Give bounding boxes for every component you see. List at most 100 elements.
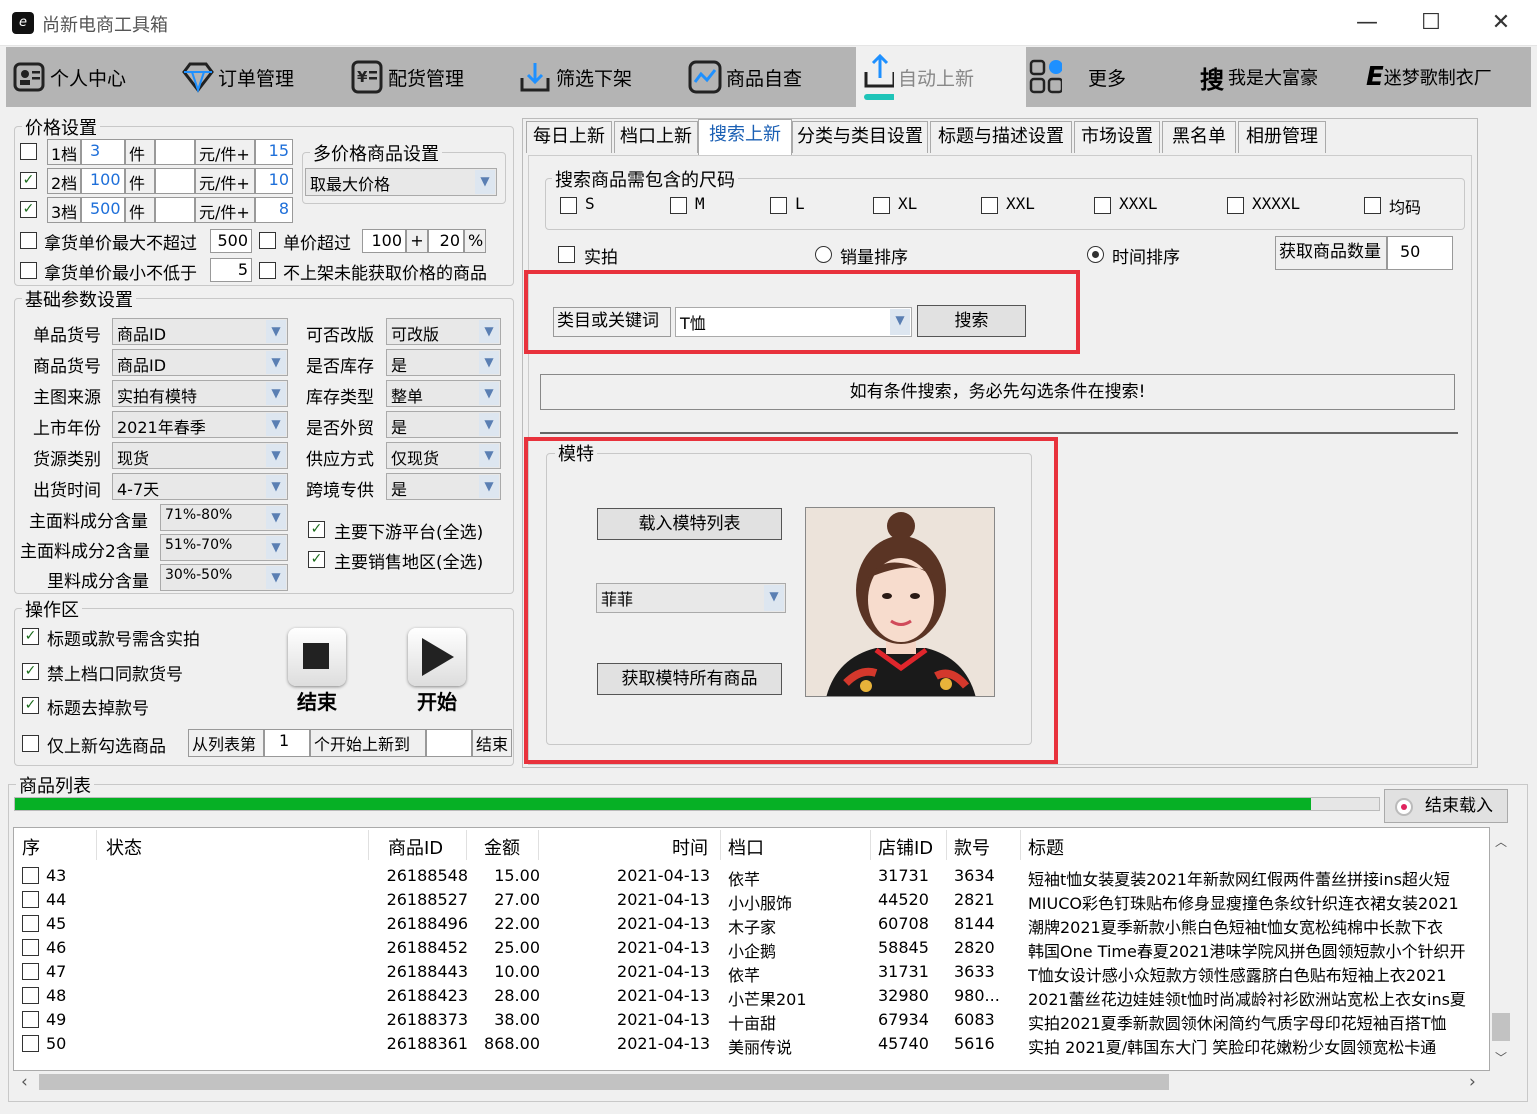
row-checkbox[interactable] [22,987,39,1004]
tier-checkbox[interactable] [20,143,37,160]
column-header[interactable]: 店铺ID [878,834,933,860]
tier-add-input[interactable]: 10 [255,168,293,194]
nav-rich-user[interactable]: 搜 我是大富豪 [1200,47,1360,107]
column-header[interactable]: 序 [22,834,40,860]
max-price-input[interactable]: 500 [210,229,252,253]
tier-price-input[interactable] [155,197,195,223]
min-price-checkbox[interactable] [20,262,37,279]
param-select[interactable]: 实拍有模特 ▼ [112,380,288,407]
table-row[interactable]: 50 26188361 868.00 2021-04-13 美丽传说 45740 5616 实… [16,1032,1488,1057]
tab-0[interactable]: 每日上新 [526,121,612,153]
param-select[interactable]: 整单 ▼ [386,380,501,407]
row-checkbox[interactable] [22,1035,39,1052]
row-checkbox[interactable] [22,891,39,908]
nav-product-check[interactable]: 商品自查 [688,47,838,107]
require-real-checkbox[interactable] [22,628,39,645]
skip-noprice-checkbox[interactable] [259,262,276,279]
nav-filter-delist[interactable]: 筛选下架 [518,47,668,107]
size-checkbox[interactable] [560,197,577,214]
column-header[interactable]: 标题 [1028,834,1064,860]
size-checkbox[interactable] [981,197,998,214]
column-header[interactable]: 商品ID [388,834,443,860]
param-select[interactable]: 是 ▼ [386,349,501,376]
table-row[interactable]: 49 26188373 38.00 2021-04-13 十亩甜 67934 6083 实拍2… [16,1008,1488,1033]
table-row[interactable]: 44 26188527 27.00 2021-04-13 小小服饰 44520 2821 MI… [16,888,1488,913]
maximize-button[interactable]: ☐ [1416,8,1446,38]
fabric-select[interactable]: 71%-80% ▼ [160,504,288,531]
param-select[interactable]: 是 ▼ [386,473,501,500]
close-button[interactable]: ✕ [1486,8,1516,38]
region-checkbox[interactable] [308,551,325,568]
tier-add-input[interactable]: 15 [255,139,293,165]
table-row[interactable]: 45 26188496 22.00 2021-04-13 木子家 60708 8144 潮牌2… [16,912,1488,937]
sales-sort-radio[interactable] [815,246,832,263]
over-price-input[interactable]: 100 [362,229,406,253]
tier-price-input[interactable] [155,139,195,165]
tab-7[interactable]: 相册管理 [1238,121,1326,153]
from-input[interactable]: 1 [264,729,310,757]
tier-qty-input[interactable]: 500 [81,197,125,223]
only-checked-checkbox[interactable] [22,735,39,752]
over-pct-input[interactable]: 20 [428,229,464,253]
column-header[interactable]: 档口 [728,834,764,860]
tier-qty-input[interactable]: 3 [81,139,125,165]
column-header[interactable]: 金额 [484,834,520,860]
tab-2[interactable]: 搜索上新 [698,119,792,155]
start-button[interactable] [408,628,466,686]
count-input[interactable]: 50 [1387,236,1453,270]
tier-add-input[interactable]: 8 [255,197,293,223]
nav-personal-center[interactable]: 个人中心 [12,47,162,107]
vertical-scrollbar[interactable]: ︿ ﹀ [1490,827,1512,1071]
time-sort-radio[interactable] [1087,246,1104,263]
size-checkbox[interactable] [1227,197,1244,214]
size-checkbox[interactable] [670,197,687,214]
table-row[interactable]: 46 26188452 25.00 2021-04-13 小企鹅 58845 2820 韩国O… [16,936,1488,961]
fabric-select[interactable]: 30%-50% ▼ [160,564,288,591]
horizontal-scrollbar[interactable]: ‹ › [13,1071,1490,1093]
nav-auto-list[interactable]: 自动上新 [856,47,1026,107]
h-scroll-thumb[interactable] [39,1074,1169,1090]
row-checkbox[interactable] [22,1011,39,1028]
table-row[interactable]: 48 26188423 28.00 2021-04-13 小芒果201 32980 980.… [16,984,1488,1009]
to-input[interactable] [426,729,472,757]
param-select[interactable]: 现货 ▼ [112,442,288,469]
multi-price-select[interactable]: 取最大价格 ▼ [305,168,497,196]
tier-price-input[interactable] [155,168,195,194]
table-row[interactable]: 43 26188548 15.00 2021-04-13 依芊 31731 3634 短袖t恤… [16,864,1488,889]
stop-button[interactable] [288,628,346,686]
param-select[interactable]: 商品ID ▼ [112,318,288,345]
row-checkbox[interactable] [22,939,39,956]
forbid-same-checkbox[interactable] [22,663,39,680]
row-checkbox[interactable] [22,915,39,932]
size-checkbox[interactable] [1094,197,1111,214]
tier-checkbox[interactable] [20,172,37,189]
param-select[interactable]: 2021年春季 ▼ [112,411,288,438]
nav-more[interactable]: 更多 [1028,47,1178,107]
tab-5[interactable]: 市场设置 [1074,121,1160,153]
column-header[interactable]: 时间 [672,834,708,860]
tab-6[interactable]: 黑名单 [1162,121,1236,153]
tier-checkbox[interactable] [20,201,37,218]
nav-factory[interactable]: E 迷梦歌制衣厂 [1366,47,1531,107]
scroll-thumb[interactable] [1492,1013,1510,1041]
column-header[interactable]: 款号 [954,834,990,860]
param-select[interactable]: 可改版 ▼ [386,318,501,345]
max-price-checkbox[interactable] [20,232,37,249]
stop-load-button[interactable]: 结束载入 [1384,789,1508,823]
platform-checkbox[interactable] [308,521,325,538]
real-photo-checkbox[interactable] [558,246,575,263]
tab-4[interactable]: 标题与描述设置 [930,121,1072,153]
param-select[interactable]: 商品ID ▼ [112,349,288,376]
param-select[interactable]: 4-7天 ▼ [112,473,288,500]
size-checkbox[interactable] [770,197,787,214]
min-price-input[interactable]: 5 [210,258,252,282]
param-select[interactable]: 是 ▼ [386,411,501,438]
nav-distribution[interactable]: ¥ 配货管理 [350,47,500,107]
column-header[interactable]: 状态 [106,834,142,860]
param-select[interactable]: 仅现货 ▼ [386,442,501,469]
row-checkbox[interactable] [22,963,39,980]
fabric-select[interactable]: 51%-70% ▼ [160,534,288,561]
minimize-button[interactable]: — [1352,8,1382,38]
tier-qty-input[interactable]: 100 [81,168,125,194]
table-row[interactable]: 47 26188443 10.00 2021-04-13 依芊 31731 3633 T恤女设… [16,960,1488,985]
